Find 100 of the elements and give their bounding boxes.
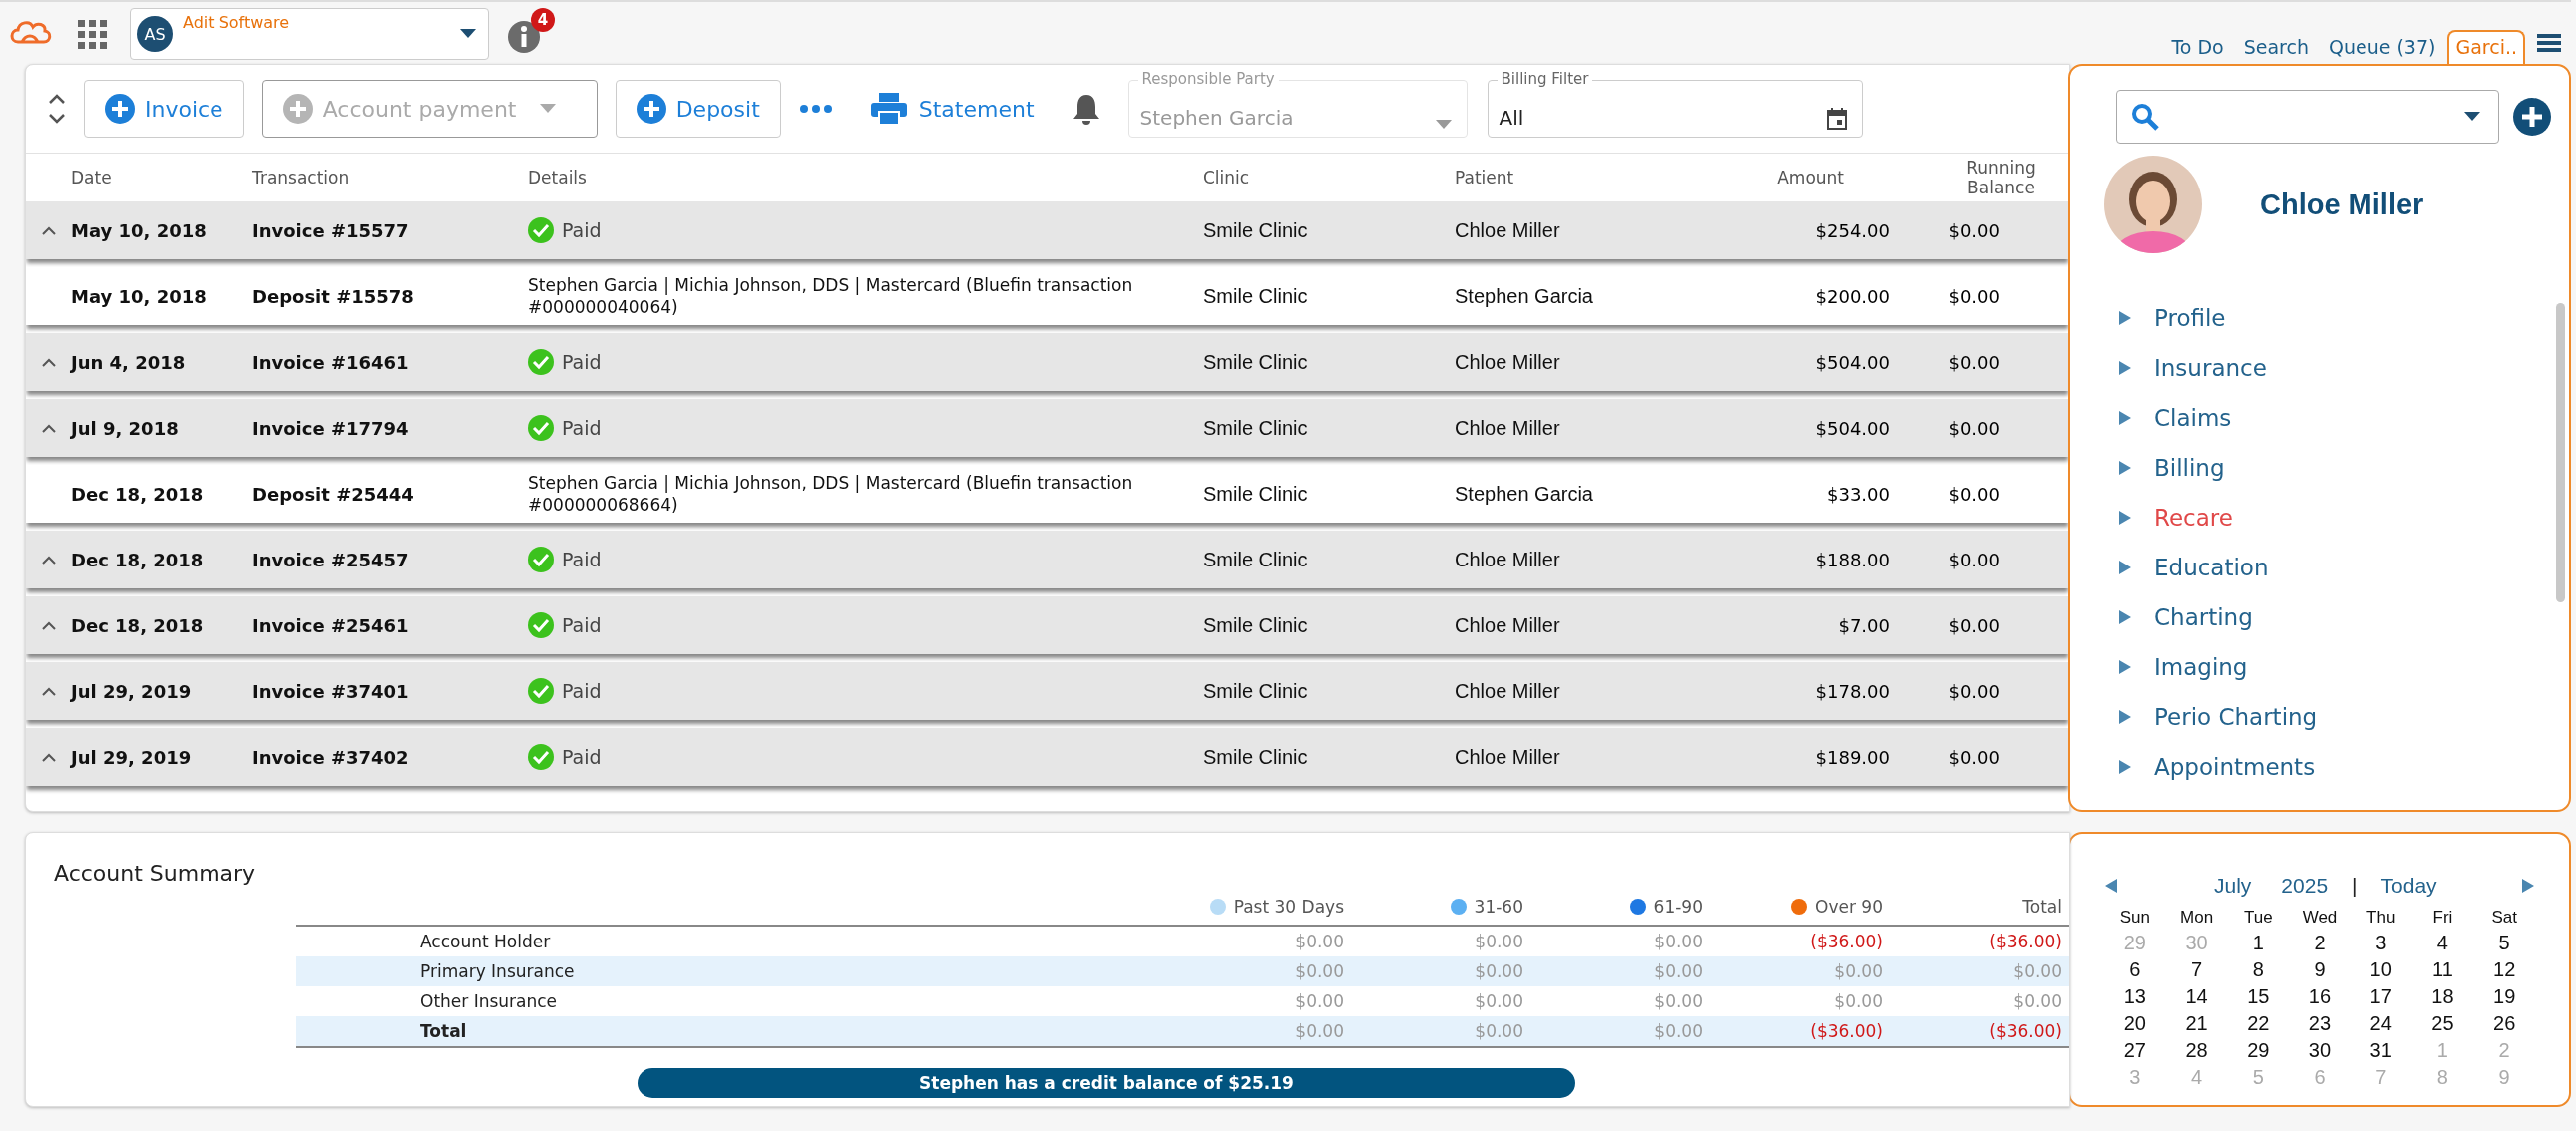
ledger-row[interactable]: May 10, 2018 Deposit #15578 Stephen Garcia | Michia Johnson, DDS | Mastercard (Bluefin transaction #000000040064) Smile Clinic Stephen Garcia $200.00 $0.00 xyxy=(26,267,2069,325)
menu-item[interactable]: Profile xyxy=(2118,293,2569,343)
menu-icon[interactable] xyxy=(2537,32,2561,54)
calendar-day[interactable]: 5 xyxy=(2473,932,2535,954)
calendar-day[interactable]: 13 xyxy=(2104,985,2166,1008)
calendar-day[interactable]: 9 xyxy=(2289,958,2351,981)
row-label: Account Holder xyxy=(419,932,552,951)
amount-cell: $0.00 xyxy=(2013,961,2062,981)
year-label[interactable]: 2025 xyxy=(2281,874,2329,898)
calendar-day[interactable]: 1 xyxy=(2227,932,2290,954)
scrollbar[interactable] xyxy=(2556,303,2565,602)
date-text: Dec 18, 2018 xyxy=(71,483,205,505)
menu-item[interactable]: Insurance xyxy=(2118,343,2569,393)
ledger-row[interactable]: Jun 4, 2018 Invoice #16461 Paid Smile Clinic Chloe Miller $504.00 $0.00 xyxy=(26,333,2069,391)
weekday-label: Mon xyxy=(2179,908,2215,928)
menu-item[interactable]: Education xyxy=(2118,543,2569,592)
balance-text: $0.00 xyxy=(1948,483,2001,505)
ledger-row[interactable]: Jul 29, 2019 Invoice #37402 Paid Smile Clinic Chloe Miller $189.00 $0.00 xyxy=(26,728,2069,786)
ledger-row[interactable]: Dec 18, 2018 Invoice #25457 Paid Smile Clinic Chloe Miller $188.00 $0.00 xyxy=(26,531,2069,588)
calendar-day[interactable]: 22 xyxy=(2227,1012,2290,1035)
calendar-day[interactable]: 31 xyxy=(2350,1039,2412,1062)
calendar-day[interactable]: 30 xyxy=(2289,1039,2351,1062)
calendar-day[interactable]: 19 xyxy=(2473,985,2535,1008)
expand-caret-icon[interactable] xyxy=(41,752,56,762)
calendar-day[interactable]: 21 xyxy=(2165,1012,2228,1035)
patient-search-field[interactable] xyxy=(2116,90,2499,144)
ledger-row[interactable]: Jul 9, 2018 Invoice #17794 Paid Smile Clinic Chloe Miller $504.00 $0.00 xyxy=(26,399,2069,457)
row-label: Other Insurance xyxy=(419,991,559,1011)
calendar-icon[interactable] xyxy=(1826,108,1847,130)
menu-item[interactable]: Appointments xyxy=(2118,742,2569,792)
calendar-day[interactable]: 3 xyxy=(2350,932,2412,954)
calendar-day[interactable]: 26 xyxy=(2473,1012,2535,1035)
balance-text: $0.00 xyxy=(1948,219,2001,241)
today-link[interactable]: Today xyxy=(2380,874,2437,898)
toolbar-button[interactable]: Invoice xyxy=(84,80,244,138)
amount-text: $504.00 xyxy=(1815,351,1890,373)
calendar-day[interactable]: 18 xyxy=(2411,985,2474,1008)
tab[interactable]: Search xyxy=(2235,30,2317,62)
calendar-day[interactable]: 27 xyxy=(2104,1039,2166,1062)
add-patient-icon[interactable] xyxy=(2513,98,2551,136)
play-triangle-icon xyxy=(2118,709,2132,725)
calendar-day[interactable]: 25 xyxy=(2411,1012,2474,1035)
calendar-day[interactable]: 14 xyxy=(2165,985,2228,1008)
play-triangle-icon xyxy=(2118,360,2132,376)
calendar-day[interactable]: 2 xyxy=(2289,932,2351,954)
calendar-day[interactable]: 8 xyxy=(2227,958,2290,981)
check-circle-icon xyxy=(528,349,554,375)
row-label: Primary Insurance xyxy=(419,961,576,981)
expand-caret-icon[interactable] xyxy=(41,686,56,696)
ledger-row[interactable]: Dec 18, 2018 Invoice #25461 Paid Smile Clinic Chloe Miller $7.00 $0.00 xyxy=(26,596,2069,654)
expand-caret-icon[interactable] xyxy=(41,620,56,630)
play-triangle-icon xyxy=(2118,410,2132,426)
calendar-day[interactable]: 17 xyxy=(2350,985,2412,1008)
date-text: Jul 29, 2019 xyxy=(71,746,193,768)
billing-filter-field[interactable]: Billing Filter All xyxy=(1487,68,1863,138)
ledger-row[interactable]: May 10, 2018 Invoice #15577 Paid Smile Clinic Chloe Miller $254.00 $0.00 xyxy=(26,201,2069,259)
menu-item[interactable]: Charting xyxy=(2118,592,2569,642)
previous-month-icon[interactable] xyxy=(2104,878,2118,894)
statement-button[interactable]: Statement xyxy=(850,93,1055,125)
practice-selector[interactable]: AS Adit Software xyxy=(130,8,489,60)
toolbar-button[interactable]: Deposit xyxy=(615,80,781,138)
amount-cell: $0.00 xyxy=(1654,932,1703,951)
calendar-day[interactable]: 10 xyxy=(2350,958,2412,981)
bell-icon[interactable] xyxy=(1072,93,1100,125)
menu-item[interactable]: Recare xyxy=(2118,493,2569,543)
calendar-day[interactable]: 16 xyxy=(2289,985,2351,1008)
search-icon xyxy=(2131,103,2159,131)
balance-text: $0.00 xyxy=(1948,351,2001,373)
calendar-day[interactable]: 6 xyxy=(2104,958,2166,981)
calendar-day[interactable]: 15 xyxy=(2227,985,2290,1008)
expand-caret-icon[interactable] xyxy=(41,555,56,565)
menu-item[interactable]: Claims xyxy=(2118,393,2569,443)
calendar-day[interactable]: 23 xyxy=(2289,1012,2351,1035)
more-dots-icon[interactable] xyxy=(798,104,833,114)
amount-text: $254.00 xyxy=(1815,219,1890,241)
date-text: Dec 18, 2018 xyxy=(71,549,205,570)
calendar-day[interactable]: 4 xyxy=(2411,932,2474,954)
calendar-day[interactable]: 20 xyxy=(2104,1012,2166,1035)
menu-item[interactable]: Imaging xyxy=(2118,642,2569,692)
calendar-day[interactable]: 12 xyxy=(2473,958,2535,981)
apps-grid-icon[interactable] xyxy=(78,20,108,50)
menu-item[interactable]: Billing xyxy=(2118,443,2569,493)
expand-caret-icon[interactable] xyxy=(41,357,56,367)
tab[interactable]: To Do xyxy=(2163,30,2232,62)
calendar-day[interactable]: 24 xyxy=(2350,1012,2412,1035)
play-triangle-icon xyxy=(2118,560,2132,575)
ledger-row[interactable]: Jul 29, 2019 Invoice #37401 Paid Smile Clinic Chloe Miller $178.00 $0.00 xyxy=(26,662,2069,720)
month-label[interactable]: July xyxy=(2214,874,2252,898)
expand-caret-icon[interactable] xyxy=(41,423,56,433)
amount-cell: $0.00 xyxy=(1295,932,1344,951)
next-month-icon[interactable] xyxy=(2521,878,2535,894)
calendar-day[interactable]: 7 xyxy=(2165,958,2228,981)
ledger-row[interactable]: Dec 18, 2018 Deposit #25444 Stephen Garcia | Michia Johnson, DDS | Mastercard (Bluefin transaction #000000068664) Smile Clinic Stephen Garcia $33.00 $0.00 xyxy=(26,465,2069,523)
menu-item[interactable]: Perio Charting xyxy=(2118,692,2569,742)
expand-caret-icon[interactable] xyxy=(41,225,56,235)
calendar-day[interactable]: 29 xyxy=(2227,1039,2290,1062)
tab[interactable]: Queue (37) xyxy=(2320,30,2444,62)
calendar-day[interactable]: 11 xyxy=(2411,958,2474,981)
calendar-day[interactable]: 28 xyxy=(2165,1039,2228,1062)
amount-cell: ($36.00) xyxy=(1810,932,1883,951)
